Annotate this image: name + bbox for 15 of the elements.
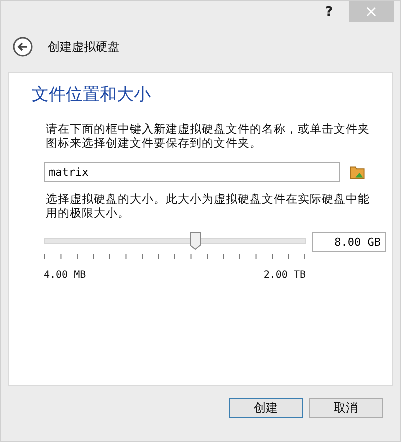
size-field[interactable]: 8.00 GB <box>312 232 386 252</box>
size-description: 选择虚拟硬盘的大小。此大小为虚拟硬盘文件在实际硬盘中能用的极限大小。 <box>45 192 371 220</box>
slider-track[interactable] <box>44 238 306 244</box>
folder-icon[interactable] <box>350 164 366 180</box>
location-description: 请在下面的框中键入新建虚拟硬盘文件的名称，或单击文件夹图标来选择创建文件要保存到的文件夹。 <box>45 122 371 150</box>
max-size-label: 2.00 TB <box>264 270 306 281</box>
back-icon[interactable] <box>13 37 33 57</box>
section-title: 文件位置和大小 <box>32 84 152 106</box>
create-button[interactable]: 创建 <box>229 398 303 418</box>
help-button[interactable]: ? <box>325 1 349 22</box>
wizard-title: 创建虚拟硬盘 <box>48 38 120 56</box>
slider-thumb[interactable] <box>190 232 201 250</box>
min-size-label: 4.00 MB <box>44 270 86 281</box>
file-name-field[interactable]: matrix <box>44 162 340 182</box>
cancel-button[interactable]: 取消 <box>309 398 383 418</box>
